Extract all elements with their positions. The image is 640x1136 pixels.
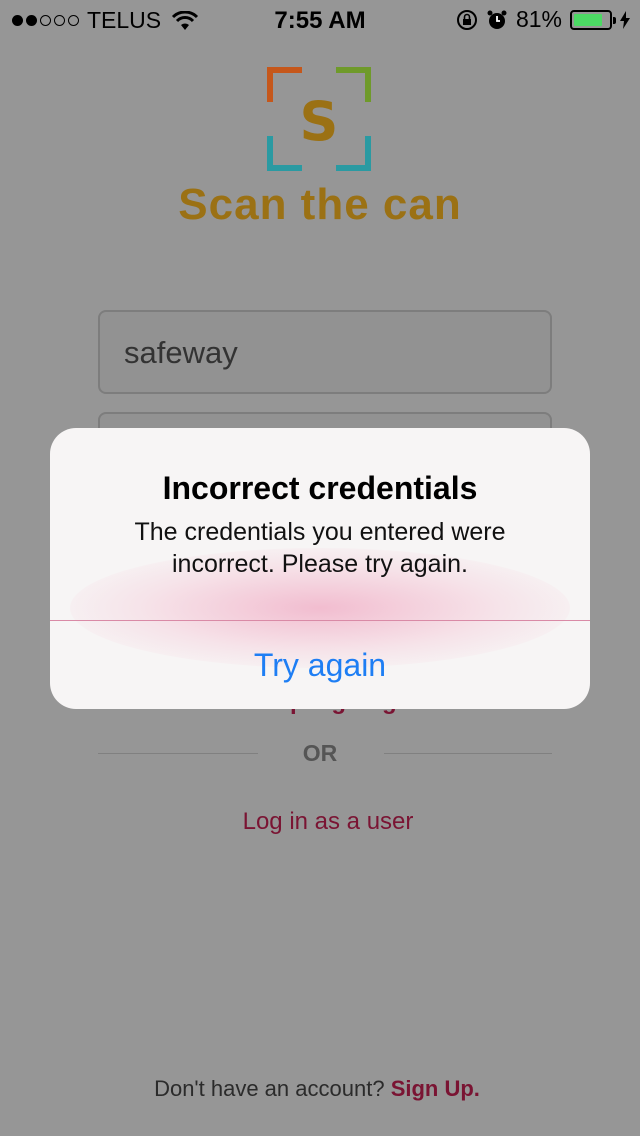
- status-bar: TELUS 7:55 AM 81%: [0, 0, 640, 40]
- battery-icon: [570, 9, 616, 30]
- alarm-icon: [487, 10, 507, 29]
- signup-link[interactable]: Sign Up.: [391, 1076, 480, 1101]
- username-value: safeway: [124, 335, 238, 370]
- logo-letter: S: [300, 90, 339, 153]
- divider-right: [384, 753, 552, 754]
- alert-title: Incorrect credentials: [162, 470, 478, 506]
- app-logo-icon: S: [267, 67, 371, 171]
- try-again-button[interactable]: Try again: [50, 621, 590, 709]
- alert-dialog: Incorrect credentials The credentials yo…: [50, 428, 590, 709]
- signup-prompt: Don't have an account?: [154, 1076, 385, 1101]
- signup-row: Don't have an account? Sign Up.: [0, 1076, 634, 1102]
- rotation-lock-icon: [456, 9, 477, 30]
- username-input[interactable]: safeway: [98, 310, 552, 394]
- charging-bolt-icon: [620, 10, 630, 29]
- battery-level-fill: [574, 13, 602, 26]
- battery-percent: 81%: [515, 6, 562, 32]
- alert-message: The credentials you entered were incorre…: [134, 518, 506, 578]
- app-name: Scan the can: [178, 180, 462, 229]
- login-as-user-link[interactable]: Log in as a user: [0, 808, 640, 836]
